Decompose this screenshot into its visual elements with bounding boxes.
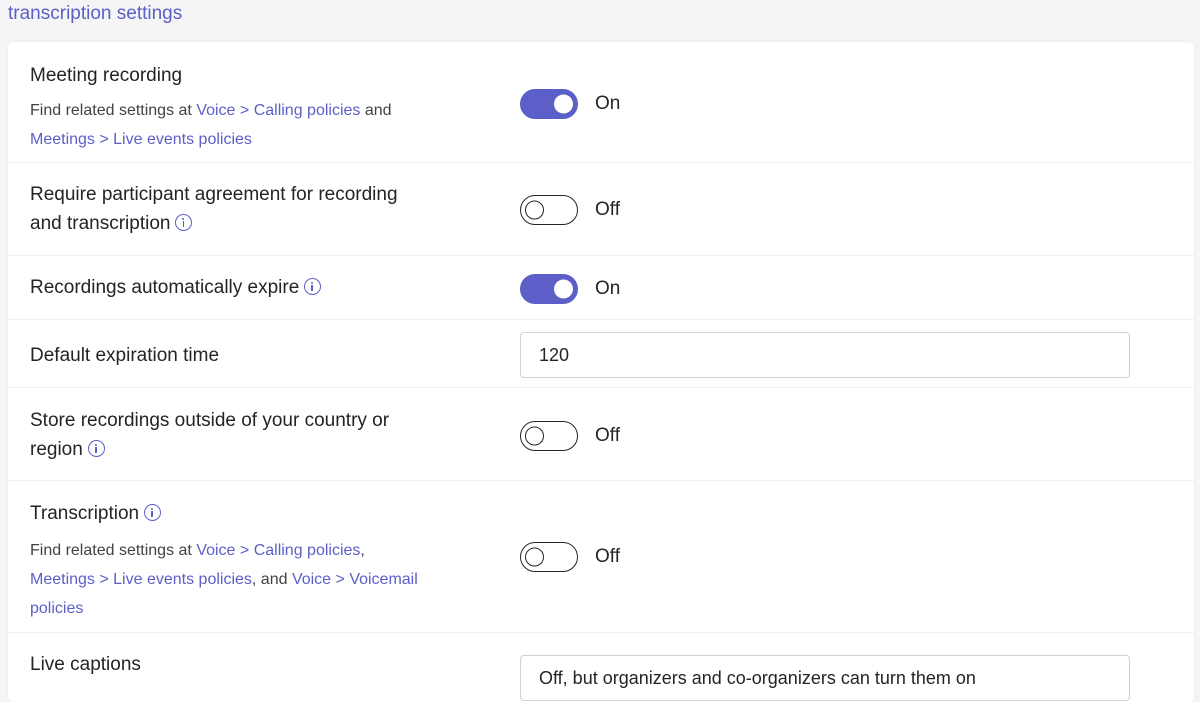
live-captions-dropdown[interactable]: Off, but organizers and co-organizers ca… [520,655,1130,701]
meetings-live-events-policies-link[interactable]: Meetings > Live events policies [30,571,252,588]
voice-voicemail-policies-link-cont[interactable]: policies [30,600,83,617]
label-line2: region [30,439,83,460]
setting-label: Recordings automatically expire [30,273,470,302]
recordings-expire-toggle-wrap: On [520,274,620,304]
toggle-knob [554,279,573,299]
transcription-toggle-wrap: Off [520,542,620,572]
participant-agreement-toggle-wrap: Off [520,195,620,225]
section-title: transcription settings [8,3,183,24]
desc-prefix: Find related settings at [30,102,197,119]
meeting-recording-toggle[interactable] [520,89,578,119]
label-text: Recordings automatically expire [30,277,300,298]
toggle-state-text: Off [595,425,620,446]
toggle-state-text: Off [595,546,620,567]
desc-mid: and [360,102,392,119]
toggle-state-text: On [595,93,621,114]
toggle-knob [525,547,544,567]
store-outside-region-toggle[interactable] [520,421,578,451]
setting-label: Default expiration time [30,345,220,366]
setting-row-live-captions: Live captions Off, but organizers and co… [8,632,1194,702]
voice-calling-policies-link[interactable]: Voice > Calling policies [196,102,360,119]
desc-prefix: Find related settings at [30,542,197,559]
setting-row-transcription: Transcription Find related settings at V… [8,480,1194,633]
toggle-knob [554,94,573,114]
recordings-expire-toggle[interactable] [520,274,578,304]
info-icon[interactable] [144,504,162,521]
participant-agreement-toggle[interactable] [520,195,578,225]
info-icon[interactable] [87,440,105,457]
setting-label: Transcription [30,499,470,528]
setting-row-default-expiration: Default expiration time 120 [8,319,1194,388]
label-line2: and transcription [30,213,171,234]
settings-card: Meeting recording Find related settings … [8,42,1194,702]
label-text: Transcription [30,503,140,524]
setting-row-meeting-recording: Meeting recording Find related settings … [8,42,1194,163]
toggle-knob [525,200,544,220]
setting-description: Find related settings at Voice > Calling… [30,96,490,154]
setting-row-participant-agreement: Require participant agreement for record… [8,162,1194,256]
setting-label: Require participant agreement for record… [30,180,470,238]
transcription-toggle[interactable] [520,542,578,572]
label-line1: Store recordings outside of your country… [30,410,390,431]
desc-sep: , and [251,571,292,588]
store-outside-region-toggle-wrap: Off [520,421,620,451]
setting-row-recordings-expire: Recordings automatically expire On [8,255,1194,320]
meeting-recording-toggle-wrap: On [520,89,620,119]
meetings-live-events-policies-link[interactable]: Meetings > Live events policies [30,131,252,148]
desc-sep: , [360,542,365,559]
toggle-state-text: On [595,278,621,299]
voice-voicemail-policies-link[interactable]: Voice > Voicemail [292,571,418,588]
setting-description: Find related settings at Voice > Calling… [30,536,490,623]
toggle-state-text: Off [595,199,620,220]
setting-label: Store recordings outside of your country… [30,406,470,464]
label-line1: Require participant agreement for record… [30,184,398,205]
toggle-knob [525,426,544,446]
info-icon[interactable] [304,278,322,295]
setting-label: Meeting recording [30,65,183,86]
info-icon[interactable] [175,214,193,231]
voice-calling-policies-link[interactable]: Voice > Calling policies [196,542,360,559]
default-expiration-input[interactable]: 120 [520,332,1130,378]
setting-row-store-outside-region: Store recordings outside of your country… [8,387,1194,481]
